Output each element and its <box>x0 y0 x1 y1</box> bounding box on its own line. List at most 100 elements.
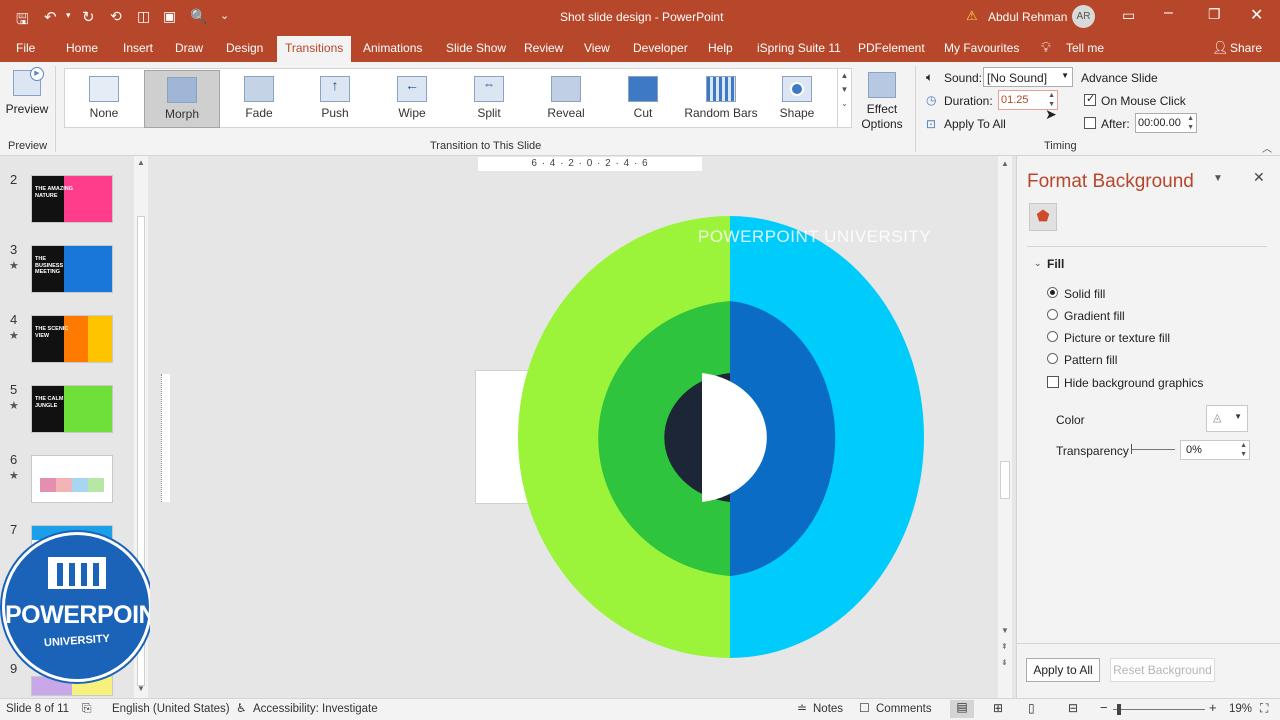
transition-reveal[interactable]: Reveal <box>531 70 601 128</box>
gradient-fill-label[interactable]: Gradient fill <box>1064 309 1125 323</box>
tab-draw[interactable]: Draw <box>175 41 203 55</box>
print-preview-icon[interactable]: 🔍 <box>190 8 207 25</box>
slide-thumbnail-3[interactable]: THE BUSINESS MEETING <box>31 245 113 293</box>
present-icon[interactable]: ▣ <box>163 8 176 25</box>
tab-my-favourites[interactable]: My Favourites <box>944 41 1019 55</box>
transition-wipe[interactable]: ← Wipe <box>377 70 447 128</box>
normal-view-icon[interactable]: ▤ <box>950 700 974 718</box>
canvas-scrollbar[interactable]: ▲ ▼ ⇞ ⇟ <box>998 156 1012 698</box>
sound-dropdown[interactable]: [No Sound] ▼ <box>983 67 1073 87</box>
transparency-spinner[interactable]: 0% ▲ ▼ <box>1180 440 1250 460</box>
language-status[interactable]: English (United States) <box>112 703 230 715</box>
zoom-in-icon[interactable]: + <box>1209 700 1217 715</box>
gradient-fill-radio[interactable] <box>1047 309 1058 320</box>
close-icon[interactable]: ✕ <box>1250 5 1263 25</box>
apply-to-all-background-button[interactable]: Apply to All <box>1026 658 1100 682</box>
undo-icon[interactable]: ↶ <box>44 8 57 26</box>
slider-thumb[interactable] <box>1131 444 1132 454</box>
collapse-chevron-icon[interactable]: ⌄ <box>1034 258 1042 269</box>
zoom-slider-thumb[interactable] <box>1117 704 1121 715</box>
start-from-beginning-icon[interactable]: ⟲ <box>110 8 122 25</box>
reading-view-icon[interactable]: ▯ <box>1028 701 1035 715</box>
on-mouse-click-checkbox[interactable]: ✓ <box>1084 93 1096 106</box>
notes-button[interactable]: Notes <box>813 703 843 715</box>
slide-thumbnail-4[interactable]: THE SCENIC VIEW <box>31 315 113 363</box>
zoom-level[interactable]: 19% <box>1229 703 1252 715</box>
pattern-fill-radio[interactable] <box>1047 353 1058 364</box>
slide-thumbnail-2[interactable]: THE AMAZING NATURE <box>31 175 113 223</box>
slide-sorter-icon[interactable]: ⊞ <box>993 701 1003 715</box>
spinner-arrows-icon[interactable]: ▲ ▼ <box>1187 114 1194 132</box>
transition-fade[interactable]: Fade <box>224 70 294 128</box>
tab-ispring[interactable]: iSpring Suite 11 <box>757 41 841 55</box>
tab-insert[interactable]: Insert <box>123 41 153 55</box>
after-spinner[interactable]: 00:00.00 ▲ ▼ <box>1135 113 1197 133</box>
transition-none[interactable]: None <box>69 70 139 128</box>
scroll-up-icon[interactable]: ▲ <box>1001 159 1009 168</box>
preview-button[interactable]: ▶ Preview <box>4 67 50 128</box>
effect-options-button[interactable]: Effect Options <box>856 68 908 138</box>
redo-icon[interactable]: ↻ <box>82 8 95 26</box>
tab-view[interactable]: View <box>584 41 610 55</box>
scroll-up-icon[interactable]: ▲ <box>137 158 145 167</box>
tab-help[interactable]: Help <box>708 41 733 55</box>
customize-toolbar-icon[interactable]: ⌄ <box>220 9 229 22</box>
close-pane-icon[interactable]: ✕ <box>1253 169 1265 186</box>
transition-random-bars[interactable]: Random Bars <box>684 70 758 128</box>
zoom-out-icon[interactable]: − <box>1100 700 1108 715</box>
maximize-icon[interactable]: ❐ <box>1208 6 1221 23</box>
solid-fill-label[interactable]: Solid fill <box>1064 287 1105 301</box>
tab-animations[interactable]: Animations <box>363 41 422 55</box>
pane-options-icon[interactable]: ▼ <box>1213 173 1223 184</box>
donut-graphic[interactable] <box>506 216 926 658</box>
slide-thumbnail-6[interactable] <box>31 455 113 503</box>
tab-slide-show[interactable]: Slide Show <box>446 41 506 55</box>
transition-cut[interactable]: Cut <box>608 70 678 128</box>
next-slide-icon[interactable]: ⇟ <box>1001 658 1008 667</box>
ribbon-display-icon[interactable]: ▭ <box>1122 7 1135 24</box>
picture-fill-label[interactable]: Picture or texture fill <box>1064 331 1170 345</box>
tab-transitions[interactable]: Transitions <box>277 36 352 62</box>
previous-slide-icon[interactable]: ⇞ <box>1001 642 1008 651</box>
avatar[interactable]: AR <box>1072 5 1095 28</box>
spelling-icon[interactable]: ⎘ <box>82 701 92 716</box>
tab-design[interactable]: Design <box>226 41 263 55</box>
tab-pdfelement[interactable]: PDFelement <box>858 41 925 55</box>
transparency-slider[interactable] <box>1131 444 1175 454</box>
collapse-ribbon-icon[interactable]: ︿ <box>1262 140 1272 155</box>
tab-home[interactable]: Home <box>66 41 98 55</box>
transition-split[interactable]: ⇔ Split <box>454 70 524 128</box>
picture-fill-radio[interactable] <box>1047 331 1058 342</box>
fill-icon[interactable]: ⬟ <box>1029 203 1057 231</box>
comments-button[interactable]: Comments <box>876 703 932 715</box>
undo-dropdown-icon[interactable]: ▾ <box>66 10 71 21</box>
share-button[interactable]: Share <box>1230 41 1262 55</box>
tell-me-search[interactable]: Tell me <box>1066 41 1104 55</box>
spinner-arrows-icon[interactable]: ▲ ▼ <box>1240 441 1247 459</box>
pattern-fill-label[interactable]: Pattern fill <box>1064 353 1117 367</box>
apply-to-all-button[interactable]: Apply To All <box>944 117 1006 131</box>
gallery-scroll[interactable]: ▲ ▼ ⌄ <box>837 69 851 127</box>
after-checkbox[interactable] <box>1084 117 1096 129</box>
user-name[interactable]: Abdul Rehman <box>988 10 1067 24</box>
slideshow-icon[interactable]: ⊟ <box>1068 701 1078 715</box>
color-picker-button[interactable]: ◬ ▼ <box>1206 405 1248 432</box>
scroll-thumb[interactable] <box>1000 461 1010 499</box>
solid-fill-radio[interactable] <box>1047 287 1058 298</box>
slide-thumbnail-5[interactable]: THE CALM JUNGLE <box>31 385 113 433</box>
save-icon[interactable]: 🖫 <box>16 9 29 34</box>
scroll-down-icon[interactable]: ▼ <box>137 684 145 693</box>
tab-developer[interactable]: Developer <box>633 41 688 55</box>
fill-section-label[interactable]: Fill <box>1047 257 1064 271</box>
hide-background-checkbox[interactable] <box>1047 376 1059 388</box>
reset-background-button[interactable]: Reset Background <box>1110 658 1215 682</box>
accessibility-status[interactable]: Accessibility: Investigate <box>253 703 378 715</box>
touch-mode-icon[interactable]: ◫ <box>137 8 150 25</box>
fit-to-window-icon[interactable]: ⛶ <box>1260 701 1268 716</box>
hide-background-label[interactable]: Hide background graphics <box>1064 376 1203 390</box>
tab-file[interactable]: File <box>16 41 35 55</box>
minimize-icon[interactable]: – <box>1164 4 1173 22</box>
zoom-slider[interactable] <box>1113 704 1205 715</box>
transition-shape[interactable]: Shape <box>762 70 832 128</box>
tab-review[interactable]: Review <box>524 41 563 55</box>
